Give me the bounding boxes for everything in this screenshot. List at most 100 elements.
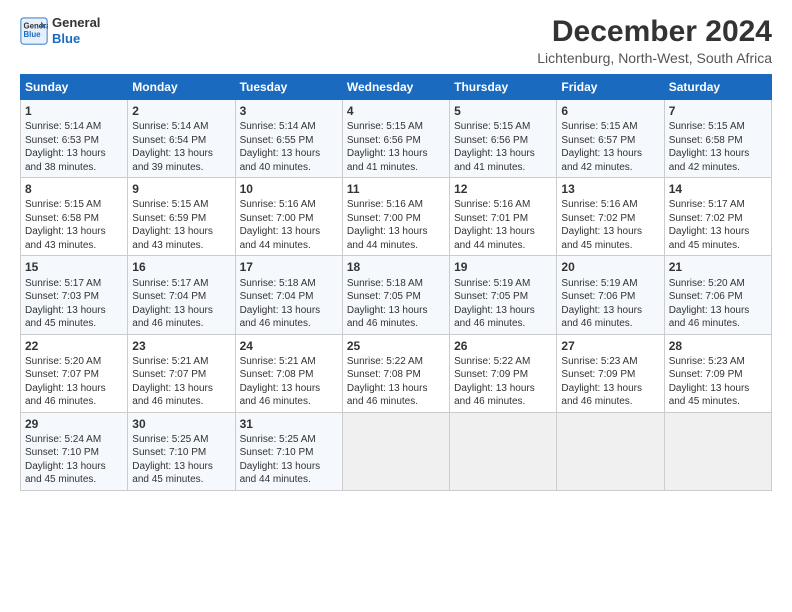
day-info-line: and 45 minutes. <box>25 317 123 331</box>
day-info-line: Sunrise: 5:20 AM <box>669 277 767 291</box>
day-cell: 26Sunrise: 5:22 AMSunset: 7:09 PMDayligh… <box>450 334 557 412</box>
day-info-line: Daylight: 13 hours <box>347 147 445 161</box>
day-info-line: Daylight: 13 hours <box>347 225 445 239</box>
day-info-line: and 43 minutes. <box>25 239 123 253</box>
day-cell: 14Sunrise: 5:17 AMSunset: 7:02 PMDayligh… <box>664 178 771 256</box>
calendar-header-row: SundayMondayTuesdayWednesdayThursdayFrid… <box>21 75 772 100</box>
day-info-line: Sunrise: 5:18 AM <box>240 277 338 291</box>
day-info-line: Sunrise: 5:14 AM <box>132 120 230 134</box>
day-cell: 11Sunrise: 5:16 AMSunset: 7:00 PMDayligh… <box>342 178 449 256</box>
day-info-line: and 46 minutes. <box>669 317 767 331</box>
day-number: 24 <box>240 338 338 354</box>
day-info-line: and 46 minutes. <box>25 395 123 409</box>
day-cell: 19Sunrise: 5:19 AMSunset: 7:05 PMDayligh… <box>450 256 557 334</box>
day-number: 4 <box>347 103 445 119</box>
header-cell-saturday: Saturday <box>664 75 771 100</box>
day-info-line: Sunrise: 5:15 AM <box>347 120 445 134</box>
header-cell-monday: Monday <box>128 75 235 100</box>
day-info-line: Daylight: 13 hours <box>132 382 230 396</box>
day-info-line: Sunset: 7:01 PM <box>454 212 552 226</box>
day-info-line: Sunrise: 5:17 AM <box>25 277 123 291</box>
day-info-line: Daylight: 13 hours <box>561 147 659 161</box>
day-info-line: Sunset: 7:02 PM <box>669 212 767 226</box>
header-cell-thursday: Thursday <box>450 75 557 100</box>
subtitle: Lichtenburg, North-West, South Africa <box>537 50 772 66</box>
day-info-line: and 38 minutes. <box>25 161 123 175</box>
header-cell-wednesday: Wednesday <box>342 75 449 100</box>
day-info-line: Sunset: 7:10 PM <box>25 446 123 460</box>
day-cell: 5Sunrise: 5:15 AMSunset: 6:56 PMDaylight… <box>450 100 557 178</box>
day-info-line: Sunset: 7:00 PM <box>240 212 338 226</box>
day-info-line: Sunrise: 5:24 AM <box>25 433 123 447</box>
day-number: 10 <box>240 181 338 197</box>
day-info-line: and 41 minutes. <box>454 161 552 175</box>
day-number: 22 <box>25 338 123 354</box>
day-cell <box>450 412 557 490</box>
week-row-2: 8Sunrise: 5:15 AMSunset: 6:58 PMDaylight… <box>21 178 772 256</box>
day-number: 7 <box>669 103 767 119</box>
day-cell: 30Sunrise: 5:25 AMSunset: 7:10 PMDayligh… <box>128 412 235 490</box>
day-number: 21 <box>669 259 767 275</box>
day-cell: 7Sunrise: 5:15 AMSunset: 6:58 PMDaylight… <box>664 100 771 178</box>
day-info-line: Daylight: 13 hours <box>561 304 659 318</box>
day-number: 2 <box>132 103 230 119</box>
day-info-line: Daylight: 13 hours <box>240 225 338 239</box>
day-info-line: and 44 minutes. <box>347 239 445 253</box>
day-cell <box>557 412 664 490</box>
day-info-line: Sunset: 6:56 PM <box>454 134 552 148</box>
day-info-line: and 46 minutes. <box>561 395 659 409</box>
day-info-line: Sunset: 7:00 PM <box>347 212 445 226</box>
day-info-line: Sunrise: 5:16 AM <box>454 198 552 212</box>
day-info-line: Daylight: 13 hours <box>454 225 552 239</box>
day-cell: 13Sunrise: 5:16 AMSunset: 7:02 PMDayligh… <box>557 178 664 256</box>
day-info-line: Daylight: 13 hours <box>132 460 230 474</box>
day-cell: 22Sunrise: 5:20 AMSunset: 7:07 PMDayligh… <box>21 334 128 412</box>
day-info-line: and 44 minutes. <box>240 239 338 253</box>
day-number: 13 <box>561 181 659 197</box>
day-info-line: Daylight: 13 hours <box>132 147 230 161</box>
day-info-line: Sunrise: 5:21 AM <box>132 355 230 369</box>
day-cell: 25Sunrise: 5:22 AMSunset: 7:08 PMDayligh… <box>342 334 449 412</box>
day-info-line: Sunrise: 5:14 AM <box>25 120 123 134</box>
day-info-line: Daylight: 13 hours <box>454 147 552 161</box>
day-info-line: Sunset: 7:08 PM <box>347 368 445 382</box>
week-row-1: 1Sunrise: 5:14 AMSunset: 6:53 PMDaylight… <box>21 100 772 178</box>
week-row-5: 29Sunrise: 5:24 AMSunset: 7:10 PM Dayligh… <box>21 412 772 490</box>
day-cell: 16Sunrise: 5:17 AMSunset: 7:04 PMDayligh… <box>128 256 235 334</box>
day-info-line: Sunrise: 5:15 AM <box>561 120 659 134</box>
day-info-line: Daylight: 13 hours <box>132 304 230 318</box>
day-info-line: and 46 minutes. <box>132 317 230 331</box>
day-info-line: Sunrise: 5:25 AM <box>240 433 338 447</box>
day-info-line: Sunset: 6:58 PM <box>669 134 767 148</box>
day-cell: 27Sunrise: 5:23 AMSunset: 7:09 PMDayligh… <box>557 334 664 412</box>
day-info-line: Sunset: 7:09 PM <box>669 368 767 382</box>
day-cell: 4Sunrise: 5:15 AMSunset: 6:56 PMDaylight… <box>342 100 449 178</box>
day-info-line: Daylight: 13 hours <box>347 304 445 318</box>
day-info-line: Sunrise: 5:22 AM <box>347 355 445 369</box>
day-info-line: Sunset: 6:56 PM <box>347 134 445 148</box>
day-number: 18 <box>347 259 445 275</box>
day-info-line: Sunrise: 5:14 AM <box>240 120 338 134</box>
logo: General Blue General Blue <box>20 15 100 46</box>
day-info-line: and 45 minutes. <box>132 473 230 487</box>
day-info-line: Sunset: 6:54 PM <box>132 134 230 148</box>
day-cell: 10Sunrise: 5:16 AMSunset: 7:00 PMDayligh… <box>235 178 342 256</box>
day-number: 29 <box>25 416 123 432</box>
day-cell: 20Sunrise: 5:19 AMSunset: 7:06 PMDayligh… <box>557 256 664 334</box>
day-number: 25 <box>347 338 445 354</box>
day-cell: 29Sunrise: 5:24 AMSunset: 7:10 PMDayligh… <box>21 412 128 490</box>
day-cell: 31Sunrise: 5:25 AMSunset: 7:10 PMDayligh… <box>235 412 342 490</box>
day-info-line: and 46 minutes. <box>347 395 445 409</box>
day-info-line: and 44 minutes. <box>240 473 338 487</box>
day-info-line: Daylight: 13 hours <box>561 225 659 239</box>
day-info-line: Sunrise: 5:15 AM <box>454 120 552 134</box>
day-number: 26 <box>454 338 552 354</box>
day-info-line: Sunset: 7:05 PM <box>454 290 552 304</box>
header-cell-sunday: Sunday <box>21 75 128 100</box>
day-number: 9 <box>132 181 230 197</box>
day-info-line: Daylight: 13 hours <box>669 147 767 161</box>
day-info-line: and 39 minutes. <box>132 161 230 175</box>
day-number: 5 <box>454 103 552 119</box>
day-info-line: Daylight: 13 hours <box>25 304 123 318</box>
day-info-line: and 46 minutes. <box>454 317 552 331</box>
